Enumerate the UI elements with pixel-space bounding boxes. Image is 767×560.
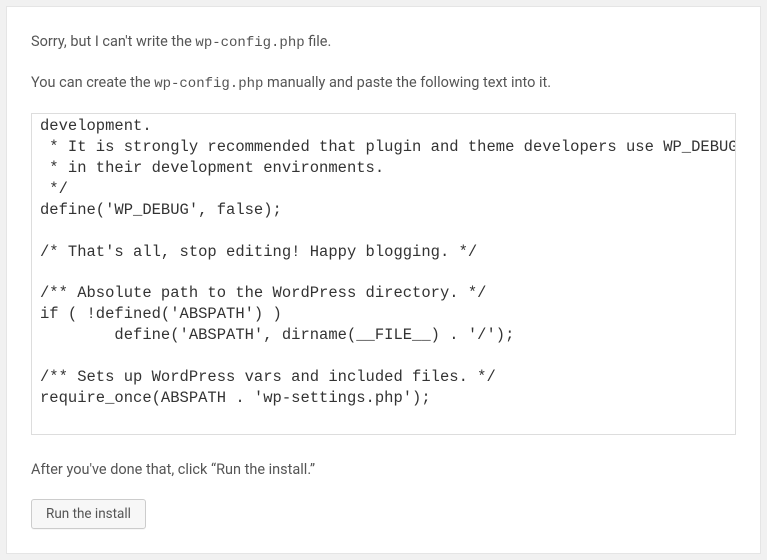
- error-text-b: file.: [305, 33, 332, 50]
- config-code-textarea[interactable]: development. * It is strongly recommende…: [31, 113, 736, 435]
- instruction-text-b: manually and paste the following text in…: [263, 74, 551, 91]
- run-install-button[interactable]: Run the install: [31, 499, 146, 529]
- error-text-a: Sorry, but I can't write the: [31, 33, 195, 50]
- post-instruction: After you've done that, click “Run the i…: [31, 459, 736, 481]
- error-message: Sorry, but I can't write the wp-config.p…: [31, 31, 736, 54]
- instruction-message: You can create the wp-config.php manuall…: [31, 72, 736, 95]
- instruction-text-a: You can create the: [31, 74, 154, 91]
- config-filename: wp-config.php: [195, 35, 304, 51]
- setup-panel: Sorry, but I can't write the wp-config.p…: [6, 6, 761, 554]
- config-filename-2: wp-config.php: [154, 76, 263, 92]
